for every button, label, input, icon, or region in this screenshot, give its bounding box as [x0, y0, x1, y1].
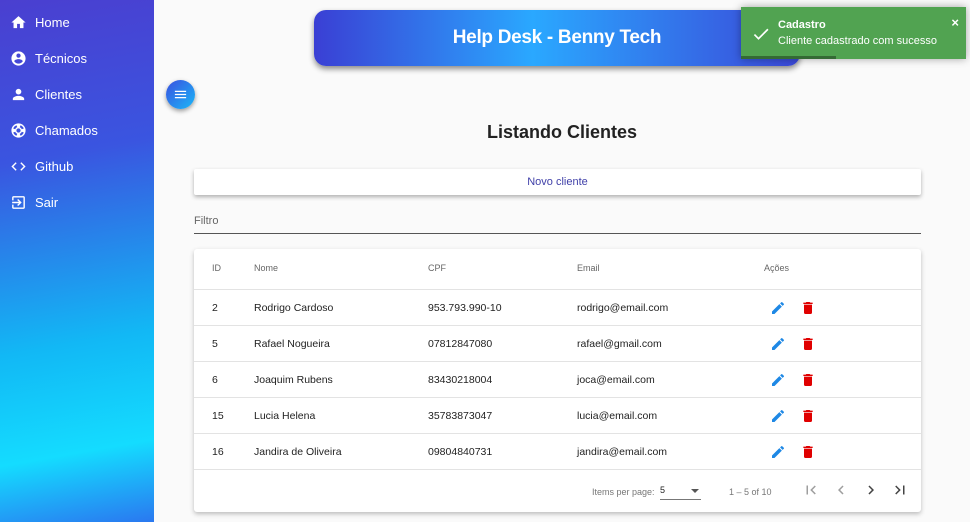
cell-id: 2: [212, 302, 218, 314]
page-size-select[interactable]: 5: [660, 482, 701, 500]
menu-toggle-button[interactable]: [166, 80, 195, 109]
table-row: 2 Rodrigo Cardoso 953.793.990-10 rodrigo…: [194, 289, 921, 325]
sidebar-item-label: Home: [35, 14, 70, 30]
delete-icon[interactable]: [800, 372, 816, 388]
chevron-left-icon: [838, 485, 844, 495]
next-page-button[interactable]: [862, 481, 880, 499]
cell-cpf: 07812847080: [428, 338, 493, 350]
cell-email: lucia@email.com: [577, 410, 658, 422]
new-client-button[interactable]: Novo cliente: [194, 169, 921, 195]
app-title: Help Desk - Benny Tech: [452, 27, 662, 48]
lifebuoy-icon: [11, 122, 26, 138]
sidebar-item-label: Chamados: [35, 122, 98, 138]
table-row: 6 Joaquim Rubens 83430218004 joca@email.…: [194, 361, 921, 397]
cell-id: 5: [212, 338, 218, 350]
filter-input[interactable]: [194, 207, 921, 233]
cell-email: rafael@gmail.com: [577, 338, 662, 350]
last-page-icon: [895, 485, 905, 495]
column-header-nome[interactable]: Nome: [254, 263, 278, 273]
edit-icon[interactable]: [770, 300, 786, 316]
sidebar-item-home[interactable]: Home: [10, 10, 70, 34]
page-title: Listando Clientes: [486, 122, 638, 142]
table-row: 16 Jandira de Oliveira 09804840731 jandi…: [194, 433, 921, 469]
cell-id: 15: [212, 410, 224, 422]
previous-page-button[interactable]: [832, 481, 850, 499]
sidebar-item-clientes[interactable]: Clientes: [10, 82, 82, 106]
table-row: 15 Lucia Helena 35783873047 lucia@email.…: [194, 397, 921, 433]
column-header-acoes: Ações: [764, 263, 790, 273]
sidebar-item-label: Github: [35, 158, 74, 174]
column-header-email[interactable]: Email: [577, 263, 600, 273]
first-page-button[interactable]: [802, 481, 820, 499]
cell-id: 16: [212, 446, 224, 458]
sidebar-item-label: Sair: [35, 194, 59, 210]
clients-table: ID Nome CPF Email Ações 2 Rodrigo Cardos…: [194, 249, 921, 512]
page-size-value: 5: [660, 485, 666, 495]
toast-close-button[interactable]: ×: [951, 15, 959, 30]
delete-icon[interactable]: [800, 300, 816, 316]
cell-cpf: 83430218004: [428, 374, 493, 386]
account-circle-icon: [11, 50, 26, 66]
logout-icon: [12, 195, 25, 209]
page-range-label: 1 – 5 of 10: [729, 487, 772, 497]
sidebar-item-github[interactable]: Github: [10, 154, 73, 178]
toast-progress-bar: [741, 56, 836, 59]
delete-icon[interactable]: [800, 408, 816, 424]
last-page-button[interactable]: [891, 481, 909, 499]
dropdown-arrow-icon: [691, 489, 699, 493]
cell-nome: Joaquim Rubens: [254, 374, 333, 386]
edit-icon[interactable]: [770, 444, 786, 460]
cell-email: joca@email.com: [577, 374, 655, 386]
edit-icon[interactable]: [770, 408, 786, 424]
success-toast[interactable]: Cadastro Cliente cadastrado com sucesso …: [741, 7, 966, 59]
delete-icon[interactable]: [800, 444, 816, 460]
cell-email: jandira@email.com: [577, 446, 668, 458]
home-icon: [11, 15, 26, 28]
chevron-right-icon: [868, 485, 874, 495]
delete-icon[interactable]: [800, 336, 816, 352]
sidebar-item-chamados[interactable]: Chamados: [10, 118, 98, 142]
sidebar-item-label: Clientes: [35, 86, 82, 102]
cell-cpf: 09804840731: [428, 446, 493, 458]
cell-nome: Rodrigo Cardoso: [254, 302, 334, 314]
filter-field: [194, 207, 921, 234]
menu-icon: [174, 90, 187, 99]
cell-cpf: 953.793.990-10: [428, 302, 502, 314]
cell-nome: Jandira de Oliveira: [254, 446, 342, 458]
cell-nome: Lucia Helena: [254, 410, 316, 422]
cell-cpf: 35783873047: [428, 410, 493, 422]
header-banner: Help Desk - Benny Tech: [314, 10, 800, 66]
sidebar-item-tecnicos[interactable]: Técnicos: [10, 46, 87, 70]
items-per-page-label: Items per page:: [592, 487, 655, 497]
cell-id: 6: [212, 374, 218, 386]
first-page-icon: [806, 485, 816, 495]
code-icon: [11, 161, 26, 171]
table-row: 5 Rafael Nogueira 07812847080 rafael@gma…: [194, 325, 921, 361]
sidebar-item-label: Técnicos: [35, 50, 88, 66]
sidebar-item-sair[interactable]: Sair: [10, 190, 58, 214]
cell-nome: Rafael Nogueira: [254, 338, 330, 350]
toast-message: Cliente cadastrado com sucesso: [778, 35, 937, 47]
column-header-id[interactable]: ID: [212, 263, 221, 273]
toast-title: Cadastro: [778, 19, 826, 31]
checkmark-icon: [753, 28, 769, 40]
edit-icon[interactable]: [770, 336, 786, 352]
paginator: Items per page: 5 1 – 5 of 10: [194, 469, 921, 509]
person-icon: [12, 88, 25, 100]
cell-email: rodrigo@email.com: [577, 302, 669, 314]
column-header-cpf[interactable]: CPF: [428, 263, 446, 273]
edit-icon[interactable]: [770, 372, 786, 388]
sidebar: Home Técnicos Clientes Chamados Github S…: [0, 0, 154, 522]
